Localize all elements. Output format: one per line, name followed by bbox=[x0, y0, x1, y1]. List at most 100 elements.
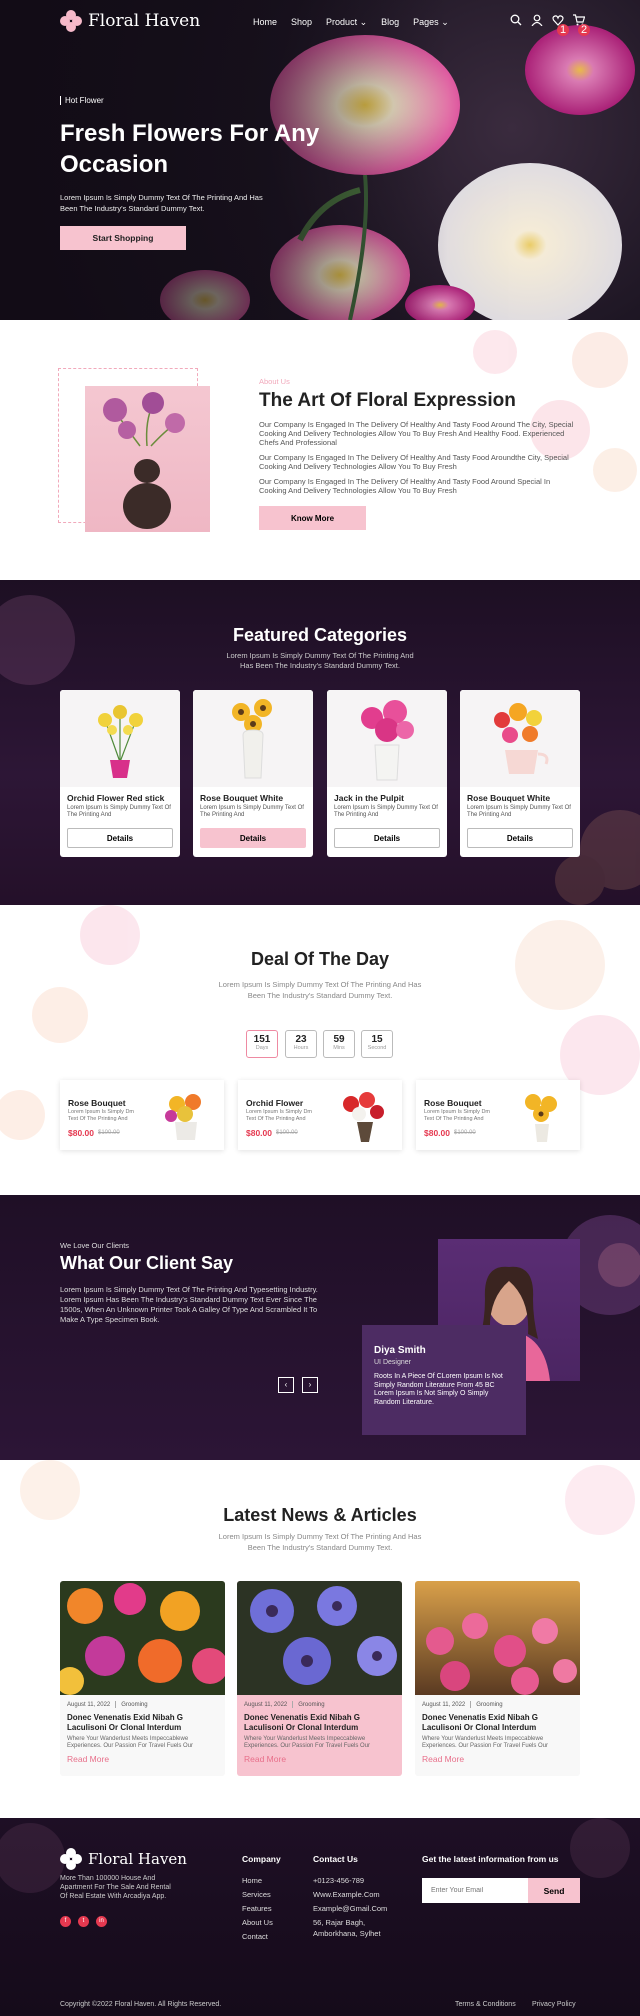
facebook-icon[interactable]: f bbox=[60, 1916, 71, 1927]
email-input[interactable] bbox=[422, 1878, 530, 1903]
twitter-icon[interactable]: t bbox=[78, 1916, 89, 1927]
testimonial-title: What Our Client Say bbox=[60, 1253, 234, 1273]
client-quote: Roots In A Piece Of CLorem Ipsum Is Not … bbox=[374, 1373, 503, 1406]
footer-brand-name: Floral Haven bbox=[88, 1850, 187, 1868]
contact-heading: Contact Us bbox=[313, 1854, 358, 1864]
news-card[interactable]: August 11, 2022 Grooming Donec Venenatis … bbox=[60, 1581, 225, 1776]
deal-card[interactable]: Orchid Flower Lorem Ipsum Is Simply Dm T… bbox=[238, 1080, 402, 1150]
nav-home[interactable]: Home bbox=[253, 17, 277, 28]
timer-mins: 59 Mins bbox=[323, 1030, 355, 1058]
main-nav: Home Shop Product ⌄ Blog Pages ⌄ bbox=[253, 17, 449, 28]
nav-pages-label: Pages bbox=[413, 17, 439, 27]
start-shopping-button[interactable]: Start Shopping bbox=[60, 226, 186, 250]
nav-product[interactable]: Product ⌄ bbox=[326, 17, 367, 28]
newsletter-heading: Get the latest information from us bbox=[422, 1854, 559, 1864]
timer-label: Days bbox=[255, 1045, 269, 1051]
send-button[interactable]: Send bbox=[528, 1878, 580, 1903]
details-button[interactable]: Details bbox=[467, 828, 573, 848]
about-kicker: About Us bbox=[259, 377, 290, 386]
news-card[interactable]: August 11, 2022 Grooming Donec Venenatis … bbox=[415, 1581, 580, 1776]
contact-address-line-1: 56, Rajar Bagh, bbox=[313, 1918, 366, 1927]
contact-website[interactable]: Www.Example.Com bbox=[313, 1890, 380, 1899]
brand-name: Floral Haven bbox=[88, 11, 201, 31]
footer-link-features[interactable]: Features bbox=[242, 1904, 272, 1913]
timer-label: Second bbox=[367, 1045, 387, 1051]
heart-icon[interactable]: 1 bbox=[552, 14, 569, 36]
rose-bouquet-image bbox=[165, 1094, 201, 1140]
details-button[interactable]: Details bbox=[200, 828, 306, 848]
deal-desc: Lorem Ipsum Is Simply Dm Text Of The Pri… bbox=[68, 1109, 135, 1122]
details-button[interactable]: Details bbox=[334, 828, 440, 848]
know-more-button[interactable]: Know More bbox=[259, 506, 366, 530]
linkedin-icon[interactable]: in bbox=[96, 1916, 107, 1927]
deal-section: Deal Of The Day Lorem Ipsum Is Simply Du… bbox=[0, 905, 640, 1195]
category-desc: Lorem Ipsum Is Simply Dummy Text Of The … bbox=[200, 805, 304, 818]
footer-link-services[interactable]: Services bbox=[242, 1890, 271, 1899]
news-meta: August 11, 2022 Grooming bbox=[244, 1701, 325, 1708]
logo[interactable]: Floral Haven bbox=[60, 10, 200, 32]
terms-link[interactable]: Terms & Conditions bbox=[455, 2001, 516, 2008]
category-desc: Lorem Ipsum Is Simply Dummy Text Of The … bbox=[334, 805, 438, 818]
news-headline: Donec Venenatis Exid Nibah G Laculisoni … bbox=[67, 1713, 184, 1732]
footer-link-contact[interactable]: Contact bbox=[242, 1932, 268, 1941]
footer-link-home[interactable]: Home bbox=[242, 1876, 262, 1885]
category-card[interactable]: Jack in the Pulpit Lorem Ipsum Is Simply… bbox=[327, 690, 447, 857]
timer-label: Mins bbox=[333, 1045, 345, 1051]
next-button[interactable]: › bbox=[302, 1377, 318, 1393]
footer-description: More Than 100000 House And Apartment For… bbox=[60, 1875, 171, 1900]
chevron-down-icon: ⌄ bbox=[359, 17, 368, 27]
footer-logo[interactable]: Floral Haven bbox=[60, 1848, 187, 1870]
read-more-link[interactable]: Read More bbox=[67, 1754, 109, 1764]
read-more-link[interactable]: Read More bbox=[244, 1754, 286, 1764]
about-paragraph-2: Our Company Is Engaged In The Delivery O… bbox=[259, 453, 569, 471]
timer-value: 23 bbox=[295, 1034, 307, 1045]
about-title: The Art Of Floral Expression bbox=[259, 390, 516, 411]
featured-title: Featured Categories bbox=[232, 625, 408, 645]
deal-name: Rose Bouquet bbox=[68, 1098, 126, 1108]
about-paragraph-3: Our Company Is Engaged In The Delivery O… bbox=[259, 477, 551, 495]
hero-title: Fresh Flowers For Any Occasion bbox=[60, 120, 320, 178]
nav-pages[interactable]: Pages ⌄ bbox=[413, 17, 449, 28]
deal-price: $80.00 bbox=[424, 1128, 450, 1138]
search-icon[interactable] bbox=[510, 14, 522, 26]
cart-icon[interactable]: 2 bbox=[573, 14, 590, 36]
category-card[interactable]: Rose Bouquet White Lorem Ipsum Is Simply… bbox=[193, 690, 313, 857]
footer-link-about[interactable]: About Us bbox=[242, 1918, 273, 1927]
news-desc: Where Your Wanderlust Meets Impeccablewe… bbox=[422, 1736, 549, 1749]
category-card[interactable]: Rose Bouquet White Lorem Ipsum Is Simply… bbox=[460, 690, 580, 857]
deal-card[interactable]: Rose Bouquet Lorem Ipsum Is Simply Dm Te… bbox=[60, 1080, 224, 1150]
timer-label: Hours bbox=[293, 1045, 309, 1051]
news-desc: Where Your Wanderlust Meets Impeccablewe… bbox=[244, 1736, 371, 1749]
nav-shop[interactable]: Shop bbox=[291, 17, 312, 28]
contact-phone[interactable]: +0123-456-789 bbox=[313, 1876, 364, 1885]
user-icon[interactable] bbox=[531, 14, 543, 27]
timer-seconds: 15 Second bbox=[361, 1030, 393, 1058]
deal-old-price: $100.00 bbox=[454, 1130, 476, 1136]
news-section: Latest News & Articles Lorem Ipsum Is Si… bbox=[0, 1460, 640, 1818]
category-card[interactable]: Orchid Flower Red stick Lorem Ipsum Is S… bbox=[60, 690, 180, 857]
blue-daisies-image bbox=[237, 1581, 402, 1695]
previous-button[interactable]: ‹ bbox=[278, 1377, 294, 1393]
news-card[interactable]: August 11, 2022 Grooming Donec Venenatis … bbox=[237, 1581, 402, 1776]
nav-blog[interactable]: Blog bbox=[381, 17, 399, 28]
details-button[interactable]: Details bbox=[67, 828, 173, 848]
contact-address-line-2: Amborkhana, Sylhet bbox=[313, 1929, 381, 1938]
testimonial-section: We Love Our Clients What Our Client Say … bbox=[0, 1195, 640, 1460]
chevron-down-icon: ⌄ bbox=[441, 17, 449, 27]
news-subtitle: Lorem Ipsum Is Simply Dummy Text Of The … bbox=[218, 1532, 422, 1552]
hero-section: Floral Haven Home Shop Product ⌄ Blog Pa… bbox=[0, 0, 640, 320]
page: Floral Haven Home Shop Product ⌄ Blog Pa… bbox=[0, 0, 640, 2016]
contact-email[interactable]: Example@Gmail.Com bbox=[313, 1904, 387, 1913]
vase-flowers-image bbox=[85, 386, 210, 532]
featured-subtitle: Lorem Ipsum Is Simply Dummy Text Of The … bbox=[226, 651, 414, 670]
deal-card[interactable]: Rose Bouquet Lorem Ipsum Is Simply Dm Te… bbox=[416, 1080, 580, 1150]
site-header: Floral Haven Home Shop Product ⌄ Blog Pa… bbox=[0, 0, 640, 44]
company-heading: Company bbox=[242, 1854, 281, 1864]
news-date: August 11, 2022 bbox=[244, 1702, 288, 1709]
site-footer: Floral Haven More Than 100000 House And … bbox=[0, 1818, 640, 2016]
privacy-link[interactable]: Privacy Policy bbox=[532, 2001, 576, 2008]
flower-logo-icon bbox=[60, 1848, 82, 1870]
category-desc: Lorem Ipsum Is Simply Dummy Text Of The … bbox=[467, 805, 571, 818]
read-more-link[interactable]: Read More bbox=[422, 1754, 464, 1764]
orchid-flower-image bbox=[60, 690, 180, 787]
